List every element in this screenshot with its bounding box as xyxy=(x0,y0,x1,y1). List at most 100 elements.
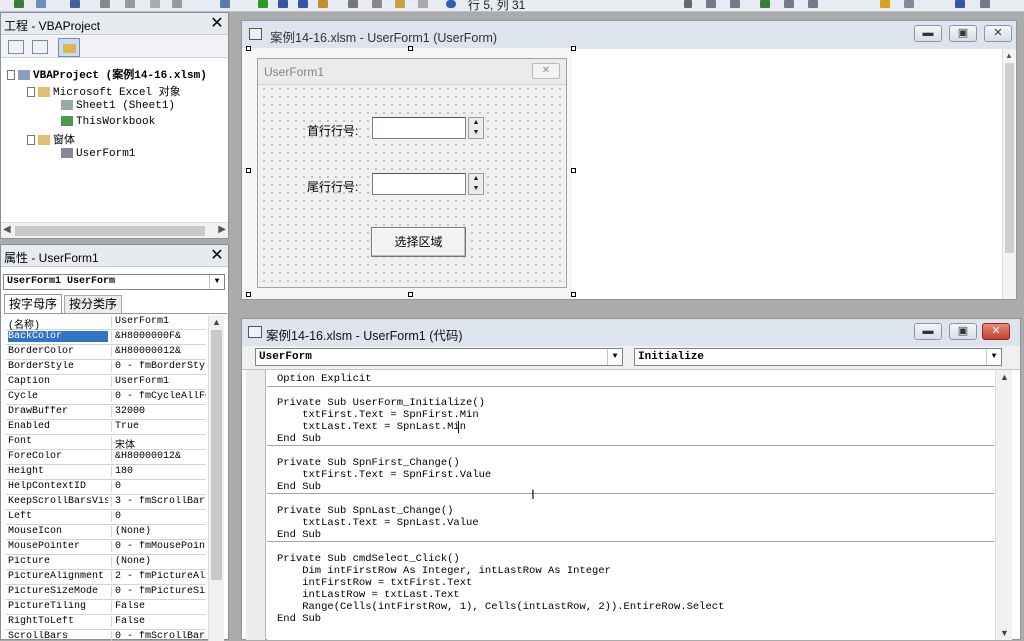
margin-indicator-bar[interactable] xyxy=(246,370,266,640)
resize-handle[interactable] xyxy=(571,168,576,173)
collapse-icon[interactable] xyxy=(27,135,35,146)
property-row[interactable]: BorderStyle 0 - fmBorderStyleNone xyxy=(6,360,206,375)
property-value[interactable]: 0 - fmMousePointerDefault xyxy=(111,541,206,552)
copy-icon[interactable] xyxy=(125,0,135,8)
property-value[interactable]: (None) xyxy=(111,556,206,567)
last-row-spinner[interactable]: ▲ ▼ xyxy=(468,173,484,195)
prev-bookmark-icon[interactable] xyxy=(955,0,965,8)
scrollbar-thumb[interactable] xyxy=(15,226,205,236)
tree-item-forms[interactable]: 窗体 xyxy=(27,131,75,147)
cut-icon[interactable] xyxy=(100,0,110,8)
restore-button[interactable]: ▣ xyxy=(949,25,977,42)
scroll-down-icon[interactable]: ▼ xyxy=(1000,628,1009,638)
property-value[interactable]: &H80000012& xyxy=(111,346,206,357)
toggle-breakpoint-icon[interactable] xyxy=(760,0,770,8)
minimize-button[interactable]: ▬ xyxy=(914,25,942,42)
run-icon[interactable] xyxy=(258,0,268,8)
save-icon[interactable] xyxy=(70,0,80,8)
last-row-textbox[interactable] xyxy=(372,173,466,195)
property-row[interactable]: Cycle 0 - fmCycleAllForms xyxy=(6,390,206,405)
undo-icon[interactable] xyxy=(220,0,230,8)
scroll-left-icon[interactable]: ◀ xyxy=(3,224,11,235)
excel-icon[interactable] xyxy=(14,0,24,8)
property-value[interactable]: 0 - fmCycleAllForms xyxy=(111,391,206,402)
help-icon[interactable] xyxy=(446,0,456,8)
property-row[interactable]: PictureAlignment 2 - fmPictureAlignmentCe… xyxy=(6,570,206,585)
tab-categorized[interactable]: 按分类序 xyxy=(64,295,122,313)
find-icon[interactable] xyxy=(172,0,182,8)
scrollbar-thumb[interactable] xyxy=(1005,63,1014,253)
code-vertical-scrollbar[interactable]: ▲ ▼ xyxy=(995,370,1012,640)
property-value[interactable]: (None) xyxy=(111,526,206,537)
spin-up-icon[interactable]: ▲ xyxy=(469,174,483,184)
resize-handle[interactable] xyxy=(571,46,576,51)
property-row[interactable]: DrawBuffer 32000 xyxy=(6,405,206,420)
close-icon[interactable]: ✕ xyxy=(208,247,226,265)
property-value[interactable]: 3 - fmScrollBarsBoth xyxy=(111,496,206,507)
reset-icon[interactable] xyxy=(298,0,308,8)
property-row[interactable]: MouseIcon (None) xyxy=(6,525,206,540)
break-icon[interactable] xyxy=(278,0,288,8)
spin-up-icon[interactable]: ▲ xyxy=(469,118,483,128)
procedure-combo[interactable]: Initialize ▼ xyxy=(634,348,1002,366)
tree-item-userform1[interactable]: UserForm1 xyxy=(61,147,135,160)
select-range-button[interactable]: 选择区域 xyxy=(371,227,466,257)
horizontal-scrollbar[interactable]: ◀ ▶ xyxy=(1,222,228,238)
property-row[interactable]: ScrollBars0 - fmScrollBarsNone xyxy=(6,630,206,641)
property-value[interactable]: False xyxy=(111,601,206,612)
toggle-folders-icon[interactable] xyxy=(58,38,80,57)
clear-bookmarks-icon[interactable] xyxy=(980,0,990,8)
property-row[interactable]: Height 180 xyxy=(6,465,206,480)
collapse-icon[interactable] xyxy=(7,70,15,81)
minimize-button[interactable]: ▬ xyxy=(914,323,942,340)
close-icon[interactable]: ✕ xyxy=(208,15,226,33)
property-row[interactable]: MousePointer 0 - fmMousePointerDefault xyxy=(6,540,206,555)
view-code-icon[interactable] xyxy=(8,40,24,54)
toolbar-options-icon[interactable] xyxy=(684,0,692,8)
property-row[interactable]: KeepScrollBarsVisible3 - fmScrollBarsBot… xyxy=(6,495,206,510)
tree-item-sheet1[interactable]: Sheet1 (Sheet1) xyxy=(61,99,175,112)
object-browser-icon[interactable] xyxy=(395,0,405,8)
property-row[interactable]: (名称) UserForm1 xyxy=(6,315,206,332)
scroll-right-icon[interactable]: ▶ xyxy=(218,224,226,235)
property-value[interactable]: 0 - fmBorderStyleNone xyxy=(111,361,206,372)
property-row[interactable]: RightToLeft False xyxy=(6,615,206,630)
project-explorer-icon[interactable] xyxy=(348,0,358,8)
property-row[interactable]: PictureSizeMode 0 - fmPictureSizeModeClip xyxy=(6,585,206,600)
property-value[interactable]: False xyxy=(111,616,206,627)
resize-handle[interactable] xyxy=(246,46,251,51)
property-row[interactable]: Caption UserForm1 xyxy=(6,375,206,390)
resize-handle[interactable] xyxy=(246,168,251,173)
resize-handle[interactable] xyxy=(408,46,413,51)
property-row[interactable]: ForeColor &H80000012& xyxy=(6,450,206,465)
tree-item-thisworkbook[interactable]: ThisWorkbook xyxy=(61,115,155,128)
property-row[interactable]: BackColor &H8000000F& xyxy=(6,330,206,345)
scroll-up-icon[interactable]: ▲ xyxy=(1000,372,1009,382)
property-value[interactable]: 32000 xyxy=(111,406,206,417)
first-row-textbox[interactable] xyxy=(372,117,466,139)
object-combo[interactable]: UserForm ▼ xyxy=(255,348,623,366)
tree-item-excel-objects[interactable]: Microsoft Excel 对象 xyxy=(27,83,181,99)
resize-handle[interactable] xyxy=(246,292,251,297)
close-button[interactable]: ✕ xyxy=(984,25,1012,42)
object-selector[interactable]: UserForm1 UserForm ▼ xyxy=(3,274,225,290)
uncomment-block-icon[interactable] xyxy=(808,0,818,8)
property-value[interactable]: 0 - fmPictureSizeModeClip xyxy=(111,586,206,597)
first-row-spinner[interactable]: ▲ ▼ xyxy=(468,117,484,139)
spin-down-icon[interactable]: ▼ xyxy=(469,128,483,138)
chevron-down-icon[interactable]: ▼ xyxy=(209,275,224,289)
resize-handle[interactable] xyxy=(571,292,576,297)
property-value[interactable]: 0 xyxy=(111,481,206,492)
property-row[interactable]: Enabled True xyxy=(6,420,206,435)
indent-icon[interactable] xyxy=(706,0,716,8)
tree-item-vbaproject[interactable]: VBAProject (案例14-16.xlsm) xyxy=(7,66,207,82)
vertical-scrollbar[interactable]: ▲ xyxy=(208,315,224,641)
insert-icon[interactable] xyxy=(36,0,46,8)
property-row[interactable]: Left 0 xyxy=(6,510,206,525)
scroll-up-icon[interactable]: ▲ xyxy=(1005,51,1013,60)
property-value[interactable]: 180 xyxy=(111,466,206,477)
spin-down-icon[interactable]: ▼ xyxy=(469,184,483,194)
scroll-up-icon[interactable]: ▲ xyxy=(212,317,221,327)
property-row[interactable]: BorderColor &H80000012& xyxy=(6,345,206,360)
outdent-icon[interactable] xyxy=(730,0,740,8)
